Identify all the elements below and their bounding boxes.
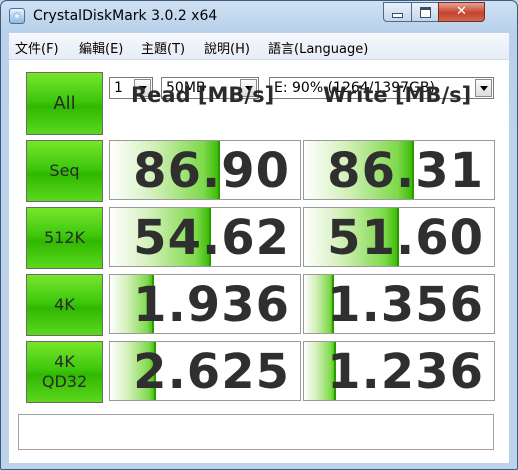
512k-write-meter: 51.60 [303,207,495,267]
4k-read-value: 1.936 [133,277,290,333]
4k-qd32-read-value: 2.625 [133,344,290,400]
menu-file[interactable]: 文件(F) [15,38,59,57]
close-icon: ✕ [456,4,467,19]
seq-write-meter: 86.31 [303,140,495,200]
minimize-icon [392,13,403,18]
count-value: 1 [114,80,123,96]
minimize-button[interactable] [383,2,411,22]
read-header: Read [MB/s] [131,83,275,107]
menu-theme[interactable]: 主題(T) [141,38,185,57]
maximize-icon [419,7,431,18]
seq-read-value: 86.90 [133,143,290,199]
comment-field[interactable] [18,414,494,450]
menu-edit[interactable]: 編輯(E) [79,38,123,57]
4k-write-meter: 1.356 [303,274,495,334]
512k-test-button[interactable]: 512K [26,207,103,269]
maximize-button[interactable] [411,2,438,22]
menu-bar: 文件(F) 編輯(E) 主題(T) 說明(H) 語言(Language) [9,33,509,60]
512k-read-meter: 54.62 [109,207,301,267]
4k-qd32-test-button[interactable]: 4K QD32 [26,341,103,403]
app-window: CrystalDiskMark 3.0.2 x64 ✕ 文件(F) 編輯(E) … [0,0,518,470]
4k-qd32-read-meter: 2.625 [109,341,301,401]
menu-help[interactable]: 說明(H) [204,38,250,57]
4k-write-value: 1.356 [327,277,484,333]
title-bar[interactable]: CrystalDiskMark 3.0.2 x64 ✕ [1,1,517,33]
chevron-down-icon[interactable] [475,79,492,97]
512k-write-value: 51.60 [327,210,484,266]
close-button[interactable]: ✕ [438,2,485,22]
512k-read-value: 54.62 [133,210,290,266]
seq-write-value: 86.31 [327,143,484,199]
menu-language[interactable]: 語言(Language) [268,38,368,57]
window-title: CrystalDiskMark 3.0.2 x64 [33,8,218,24]
write-header: Write [MB/s] [323,83,472,107]
4k-qd32-write-meter: 1.236 [303,341,495,401]
app-icon [9,8,25,24]
4k-test-button[interactable]: 4K [26,274,103,336]
seq-read-meter: 86.90 [109,140,301,200]
all-button[interactable]: All [26,72,103,135]
4k-qd32-write-value: 1.236 [327,344,484,400]
4k-read-meter: 1.936 [109,274,301,334]
seq-test-button[interactable]: Seq [26,140,103,202]
